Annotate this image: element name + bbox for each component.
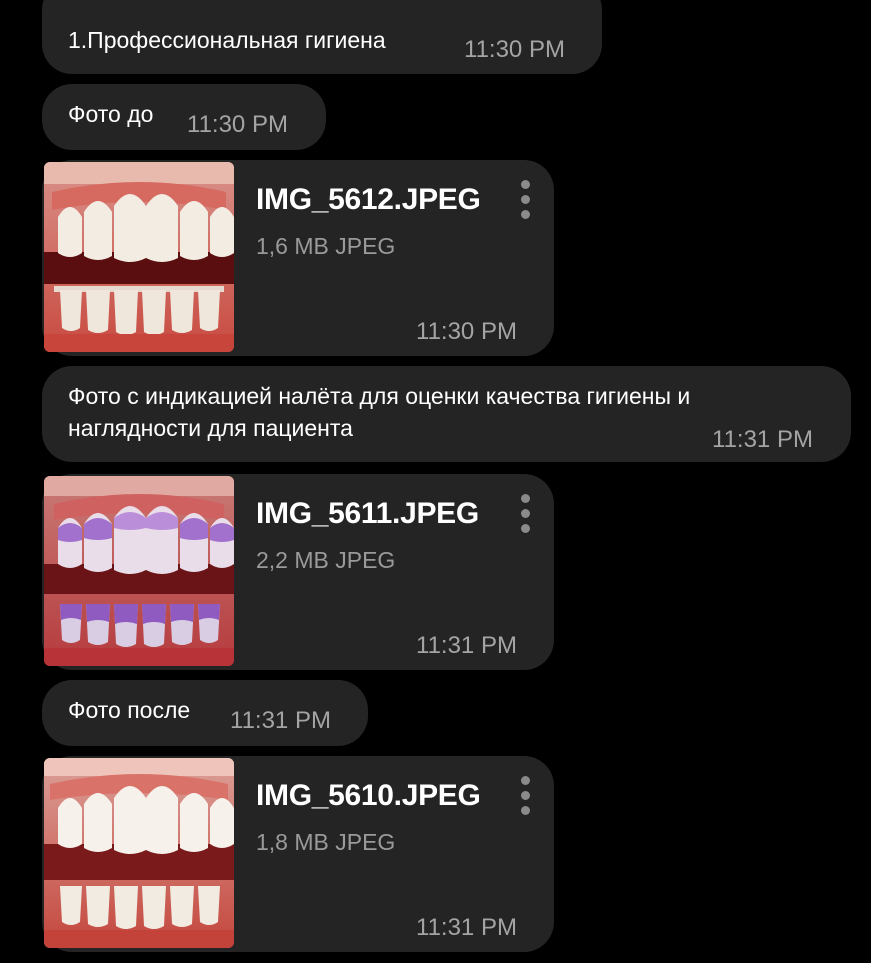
- more-vertical-icon[interactable]: [516, 180, 536, 220]
- message-time: 11:30 PM: [464, 36, 565, 63]
- message-text: Фото до: [68, 101, 154, 127]
- message-time: 11:31 PM: [712, 426, 813, 453]
- file-meta: 2,2 MB JPEG: [256, 547, 396, 573]
- image-thumbnail-teeth-after[interactable]: [44, 758, 234, 948]
- message-text: Фото после: [68, 697, 191, 723]
- message-time: 11:31 PM: [416, 914, 517, 941]
- message-time: 11:31 PM: [416, 632, 517, 659]
- message-bubble-1[interactable]: 1.Профессиональная гигиена 11:30 PM: [42, 0, 602, 74]
- message-time: 11:30 PM: [416, 318, 517, 345]
- image-thumbnail-teeth-plaque[interactable]: [44, 476, 234, 666]
- message-bubble-6[interactable]: Фото после 11:31 PM: [42, 680, 368, 746]
- message-text-line-2: наглядности для пациента: [68, 415, 353, 441]
- image-thumbnail-teeth-before[interactable]: [44, 162, 234, 352]
- message-text: 1.Профессиональная гигиена: [68, 27, 386, 53]
- file-attachment-3[interactable]: IMG_5610.JPEG 1,8 MB JPEG 11:31 PM: [42, 756, 554, 952]
- message-bubble-4[interactable]: Фото с индикацией налёта для оценки каче…: [42, 366, 851, 462]
- file-meta: 1,6 MB JPEG: [256, 233, 396, 259]
- file-meta: 1,8 MB JPEG: [256, 829, 396, 855]
- file-name: IMG_5610.JPEG: [256, 779, 481, 812]
- more-vertical-icon[interactable]: [516, 776, 536, 816]
- file-name: IMG_5611.JPEG: [256, 497, 479, 530]
- message-bubble-2[interactable]: Фото до 11:30 PM: [42, 84, 326, 150]
- file-attachment-1[interactable]: IMG_5612.JPEG 1,6 MB JPEG 11:30 PM: [42, 160, 554, 356]
- message-time: 11:30 PM: [187, 111, 288, 138]
- message-text-line-1: Фото с индикацией налёта для оценки каче…: [68, 383, 691, 409]
- file-attachment-2[interactable]: IMG_5611.JPEG 2,2 MB JPEG 11:31 PM: [42, 474, 554, 670]
- file-name: IMG_5612.JPEG: [256, 183, 481, 216]
- more-vertical-icon[interactable]: [516, 494, 536, 534]
- message-time: 11:31 PM: [230, 707, 331, 734]
